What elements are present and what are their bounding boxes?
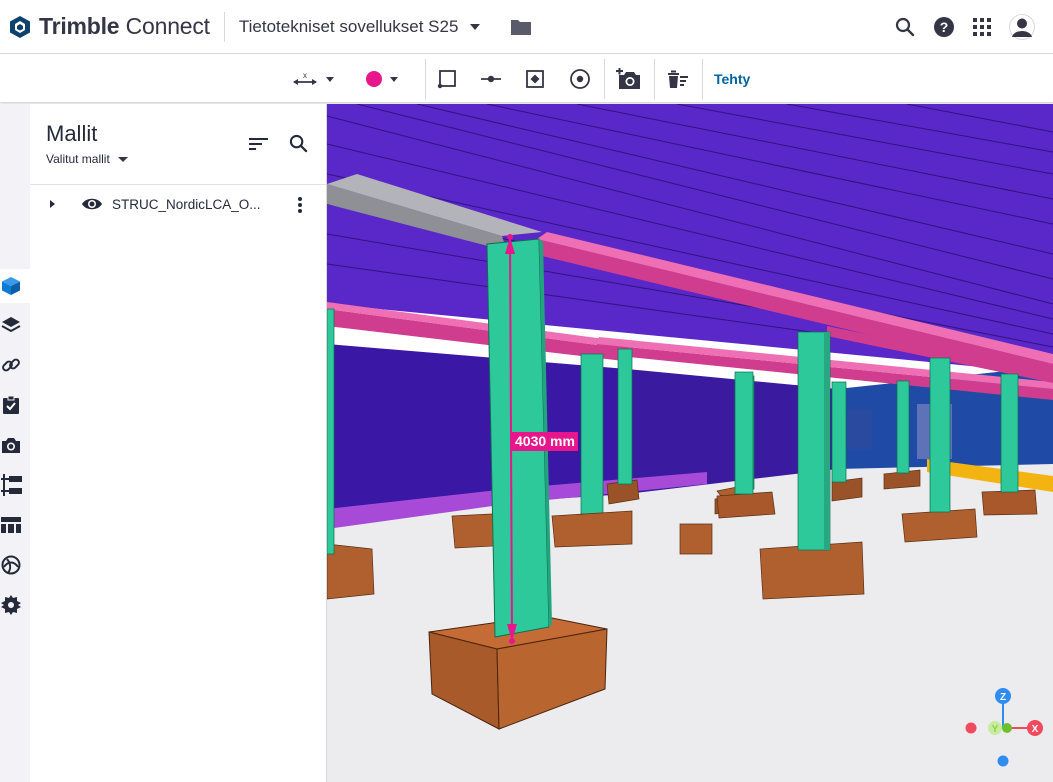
y-axis-label: Y (992, 724, 999, 735)
model-name: STRUC_NordicLCA_O... (112, 196, 261, 212)
point-on-line-icon (481, 75, 501, 83)
neg-x-handle[interactable] (965, 722, 977, 734)
todo-clipboard-icon (3, 395, 19, 414)
explorer-globe-icon (1, 555, 21, 575)
model-filter-label: Valitut mallit (46, 152, 110, 166)
rail-item-models[interactable] (0, 269, 30, 303)
help-icon[interactable]: ? (933, 16, 955, 38)
search-icon[interactable] (289, 134, 308, 153)
model-filter-dropdown[interactable]: Valitut mallit (46, 152, 128, 166)
clear-measurements-icon (668, 70, 688, 88)
point-in-box-button[interactable] (525, 55, 545, 103)
links-icon (2, 358, 20, 372)
measure-toolbar: x Tehty (0, 55, 1053, 103)
rail-item-properties[interactable] (0, 508, 30, 542)
point-in-box-icon (526, 70, 544, 88)
brand[interactable]: Trimble Connect (0, 0, 210, 54)
sort-icon[interactable] (249, 136, 269, 152)
chevron-down-icon (470, 23, 481, 30)
folder-icon[interactable] (510, 18, 532, 36)
rail-item-organizer[interactable] (0, 468, 30, 502)
measure-mode-dropdown[interactable]: x (292, 55, 334, 103)
add-snapshot-icon (616, 68, 640, 89)
panel-divider (30, 184, 327, 185)
3d-scene: Z X Y (327, 104, 1053, 782)
models-cube-icon (2, 277, 20, 295)
x-axis-label: X (1032, 724, 1039, 735)
chevron-down-icon (117, 156, 128, 162)
done-button[interactable]: Tehty (714, 55, 750, 103)
select-face-icon (437, 70, 456, 89)
3d-viewport[interactable]: Z X Y 4030 mm (327, 104, 1053, 782)
done-label: Tehty (714, 71, 751, 87)
add-snapshot-button[interactable] (616, 55, 642, 103)
center-point-icon (570, 69, 590, 89)
brand-name: Trimble Connect (39, 13, 210, 39)
project-selector[interactable]: Tietotekniset sovellukset S25 (239, 17, 481, 37)
brand-divider (223, 11, 225, 42)
color-swatch (366, 71, 382, 87)
user-avatar-icon[interactable] (1009, 14, 1035, 40)
rail-item-views[interactable] (0, 428, 30, 462)
search-icon[interactable] (895, 17, 915, 37)
left-icon-rail (0, 104, 30, 782)
chevron-down-icon (326, 76, 334, 82)
rail-item-explorer[interactable] (0, 548, 30, 582)
top-bar: Trimble Connect Tietotekniset sovellukse… (0, 0, 1053, 54)
toolbar-divider (425, 59, 426, 99)
measure-axis-icon: x (293, 71, 317, 85)
select-face-button[interactable] (437, 55, 457, 103)
apps-grid-icon[interactable] (973, 18, 991, 36)
z-axis-label: Z (1000, 692, 1006, 703)
svg-text:?: ? (940, 19, 949, 35)
panel-title: Mallit (46, 121, 98, 146)
rail-item-layers[interactable] (0, 308, 30, 342)
model-row[interactable]: STRUC_NordicLCA_O... (30, 188, 327, 220)
rail-item-todo[interactable] (0, 388, 30, 422)
neg-z-handle[interactable] (997, 755, 1009, 767)
toolbar-divider (604, 59, 605, 99)
organizer-tree-icon (1, 474, 22, 496)
header-actions: ? (895, 0, 1035, 54)
panel-tools (249, 134, 308, 153)
eye-icon[interactable] (81, 197, 103, 211)
views-camera-icon (2, 438, 20, 453)
clear-measurements-button[interactable] (667, 55, 689, 103)
rail-item-links[interactable] (0, 348, 30, 382)
layers-icon (1, 317, 21, 333)
point-on-line-button[interactable] (480, 55, 502, 103)
toolbar-divider (702, 59, 703, 99)
color-picker-dropdown[interactable] (366, 55, 398, 103)
rail-item-extensions[interactable] (0, 588, 30, 622)
extensions-gear-icon (1, 595, 21, 615)
expand-caret-icon[interactable] (50, 200, 55, 208)
measurement-label: 4030 mm (512, 432, 578, 451)
properties-table-icon (1, 517, 21, 533)
project-name: Tietotekniset sovellukset S25 (238, 16, 459, 36)
trimble-logo-icon (10, 15, 30, 38)
svg-text:x: x (303, 71, 307, 80)
center-point-button[interactable] (569, 55, 591, 103)
models-panel: Mallit Valitut mallit STRUC_NordicLCA_O.… (30, 104, 327, 782)
more-options-icon[interactable] (297, 196, 303, 214)
toolbar-divider (654, 59, 655, 99)
chevron-down-icon (390, 76, 398, 82)
